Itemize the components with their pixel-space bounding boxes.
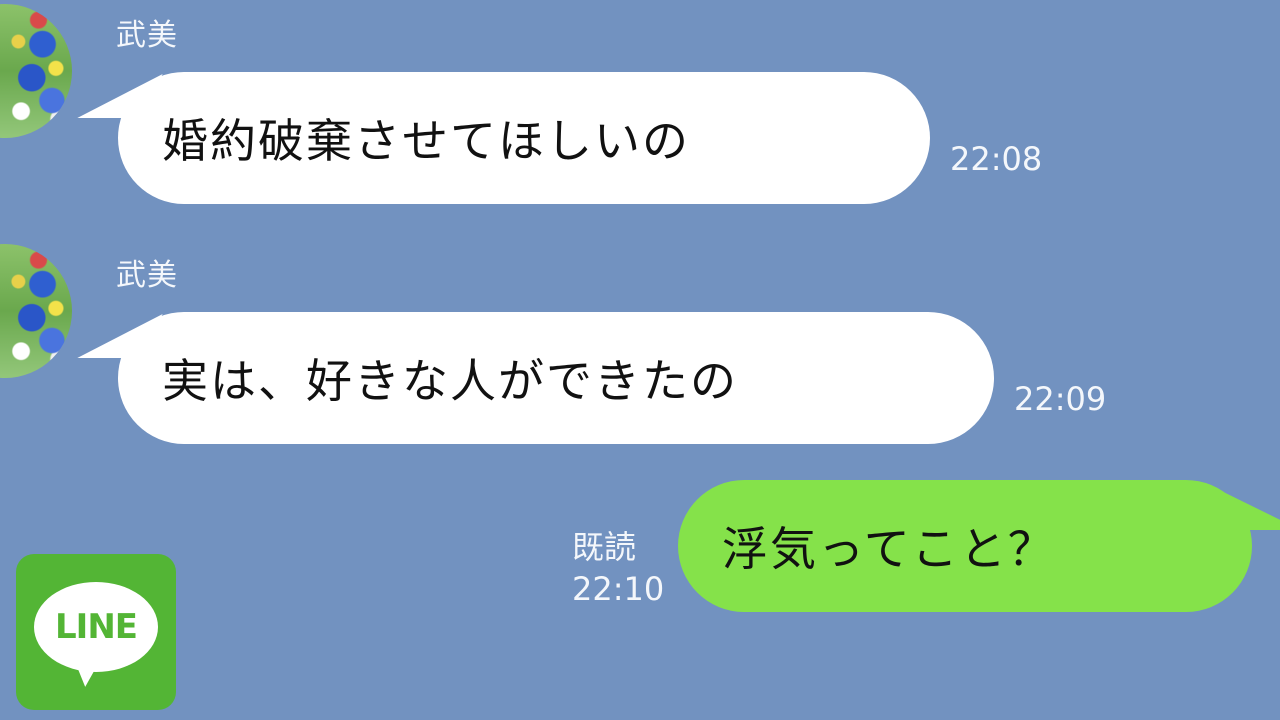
sender-name: 武美 — [116, 18, 178, 53]
contact-avatar[interactable] — [0, 4, 72, 138]
incoming-message-bubble[interactable]: 実は、好きな人ができたの — [118, 312, 994, 444]
message-text: 婚約破棄させてほしいの — [162, 114, 690, 168]
read-receipt: 既読 22:10 — [572, 526, 664, 610]
message-timestamp: 22:10 — [572, 570, 665, 608]
read-label: 既読 — [572, 528, 637, 566]
message-text: 実は、好きな人ができたの — [162, 354, 738, 408]
line-app-icon: LINE — [16, 554, 176, 710]
contact-avatar[interactable] — [0, 244, 72, 378]
incoming-message-bubble[interactable]: 婚約破棄させてほしいの — [118, 72, 930, 204]
sender-name: 武美 — [116, 258, 178, 293]
logo-text: LINE — [55, 607, 138, 647]
outgoing-message-bubble[interactable]: 浮気ってこと？ — [678, 480, 1252, 612]
message-text: 浮気ってこと？ — [722, 522, 1056, 576]
message-timestamp: 22:08 — [950, 140, 1043, 178]
message-timestamp: 22:09 — [1014, 380, 1107, 418]
speech-bubble-icon: LINE — [34, 582, 158, 672]
